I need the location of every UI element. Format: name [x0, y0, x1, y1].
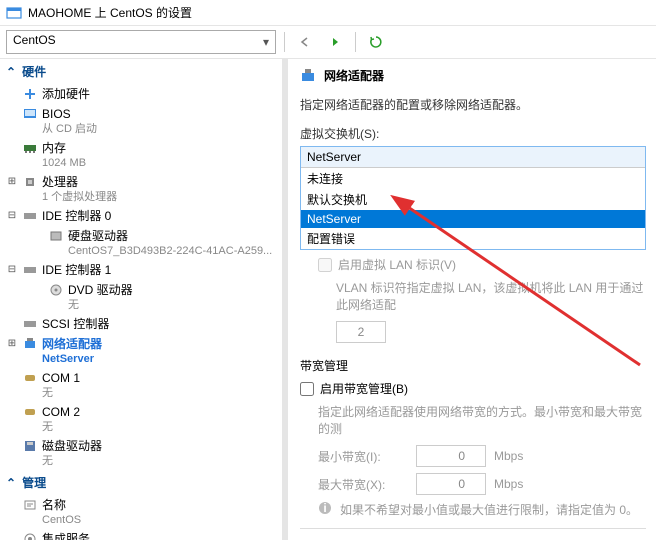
bandwidth-hint: 指定此网络适配器使用网络带宽的方式。最小带宽和最大带宽的测 — [318, 403, 646, 437]
integration-icon — [22, 531, 38, 540]
vlan-checkbox[interactable] — [318, 258, 332, 272]
management-section-label: 管理 — [22, 474, 46, 491]
tree-item-com1[interactable]: COM 1无 — [0, 368, 282, 402]
bandwidth-zero-note: 如果不希望对最小值或最大值进行限制，请指定值为 0。 — [340, 501, 638, 518]
dropdown-option[interactable]: 未连接 — [301, 168, 645, 189]
max-bandwidth-input[interactable] — [416, 473, 486, 495]
hardware-section-label: 硬件 — [22, 63, 46, 80]
expand-icon[interactable]: ⊞ — [6, 174, 18, 190]
memory-icon — [22, 140, 38, 156]
tree-item-bios[interactable]: BIOS从 CD 启动 — [0, 104, 282, 138]
tree-item-hdd[interactable]: 硬盘驱动器CentOS7_B3D493B2-224C-41AC-A259... — [0, 226, 282, 260]
dropdown-selected-value: NetServer — [301, 147, 645, 167]
bandwidth-group-title: 带宽管理 — [300, 357, 646, 374]
virtual-switch-dropdown[interactable]: NetServer 未连接默认交换机NetServer配置错误 — [300, 146, 646, 250]
tree-item-scsi[interactable]: SCSI 控制器 — [0, 314, 282, 334]
back-button[interactable] — [293, 30, 317, 54]
management-section-header[interactable]: ⌃ 管理 — [0, 470, 282, 495]
dvd-icon — [48, 282, 64, 298]
tree-item-com2[interactable]: COM 2无 — [0, 402, 282, 436]
tree-item-ide0[interactable]: ⊟IDE 控制器 0 — [0, 206, 282, 226]
ide-icon — [22, 208, 38, 224]
virtual-switch-label: 虚拟交换机(S): — [300, 125, 646, 142]
add-hardware-icon — [22, 86, 38, 102]
dropdown-option[interactable]: 默认交换机 — [301, 189, 645, 210]
vm-selector[interactable]: CentOS — [6, 30, 276, 54]
collapse-icon[interactable]: ⊟ — [6, 208, 18, 224]
vlan-checkbox-label: 启用虚拟 LAN 标识(V) — [338, 256, 456, 273]
floppy-icon — [22, 438, 38, 454]
settings-window-icon — [6, 5, 22, 21]
unit-label: Mbps — [494, 449, 523, 463]
unit-label: Mbps — [494, 477, 523, 491]
collapse-icon: ⌃ — [6, 65, 16, 79]
toolbar-separator — [355, 32, 356, 52]
min-bandwidth-input[interactable] — [416, 445, 486, 467]
expand-icon[interactable]: ⊞ — [6, 336, 18, 352]
com-port-icon — [22, 404, 38, 420]
tree-item-dvd[interactable]: DVD 驱动器无 — [0, 280, 282, 314]
forward-button[interactable] — [323, 30, 347, 54]
vlan-id-input[interactable] — [336, 321, 386, 343]
ide-icon — [22, 262, 38, 278]
tree-item-integration[interactable]: 集成服务提供了一些服务 — [0, 529, 282, 540]
vm-selector-value: CentOS — [13, 33, 56, 47]
tree-item-name[interactable]: 名称CentOS — [0, 495, 282, 529]
toolbar-separator — [284, 32, 285, 52]
scsi-icon — [22, 316, 38, 332]
hardware-section-header[interactable]: ⌃ 硬件 — [0, 59, 282, 84]
panel-title: 网络适配器 — [324, 67, 384, 84]
network-adapter-icon — [300, 68, 316, 84]
tree-item-floppy[interactable]: 磁盘驱动器无 — [0, 436, 282, 470]
com-port-icon — [22, 370, 38, 386]
min-bandwidth-label: 最小带宽(I): — [318, 448, 408, 465]
collapse-icon: ⌃ — [6, 476, 16, 490]
svg-text:i: i — [323, 501, 326, 515]
max-bandwidth-label: 最大带宽(X): — [318, 476, 408, 493]
hdd-icon — [48, 228, 64, 244]
dropdown-option[interactable]: NetServer — [301, 210, 645, 228]
tree-item-add-hardware[interactable]: 添加硬件 — [0, 84, 282, 104]
network-adapter-icon — [22, 336, 38, 352]
dropdown-option[interactable]: 配置错误 — [301, 228, 645, 249]
tree-item-ide1[interactable]: ⊟IDE 控制器 1 — [0, 260, 282, 280]
info-icon: i — [318, 501, 332, 518]
tree-item-network-adapter[interactable]: ⊞网络适配器NetServer — [0, 334, 282, 368]
tree-item-cpu[interactable]: ⊞处理器1 个虚拟处理器 — [0, 172, 282, 206]
cpu-icon — [22, 174, 38, 190]
vlan-hint: VLAN 标识符指定虚拟 LAN，该虚拟机将此 LAN 用于通过此网络适配 — [336, 279, 646, 313]
refresh-button[interactable] — [364, 30, 388, 54]
window-title: MAOHOME 上 CentOS 的设置 — [28, 4, 192, 21]
divider — [300, 528, 646, 529]
bandwidth-checkbox-label: 启用带宽管理(B) — [320, 380, 408, 397]
tree-item-memory[interactable]: 内存1024 MB — [0, 138, 282, 172]
bios-icon — [22, 106, 38, 122]
bandwidth-checkbox[interactable] — [300, 382, 314, 396]
panel-description: 指定网络适配器的配置或移除网络适配器。 — [300, 96, 646, 113]
name-icon — [22, 497, 38, 513]
collapse-icon[interactable]: ⊟ — [6, 262, 18, 278]
